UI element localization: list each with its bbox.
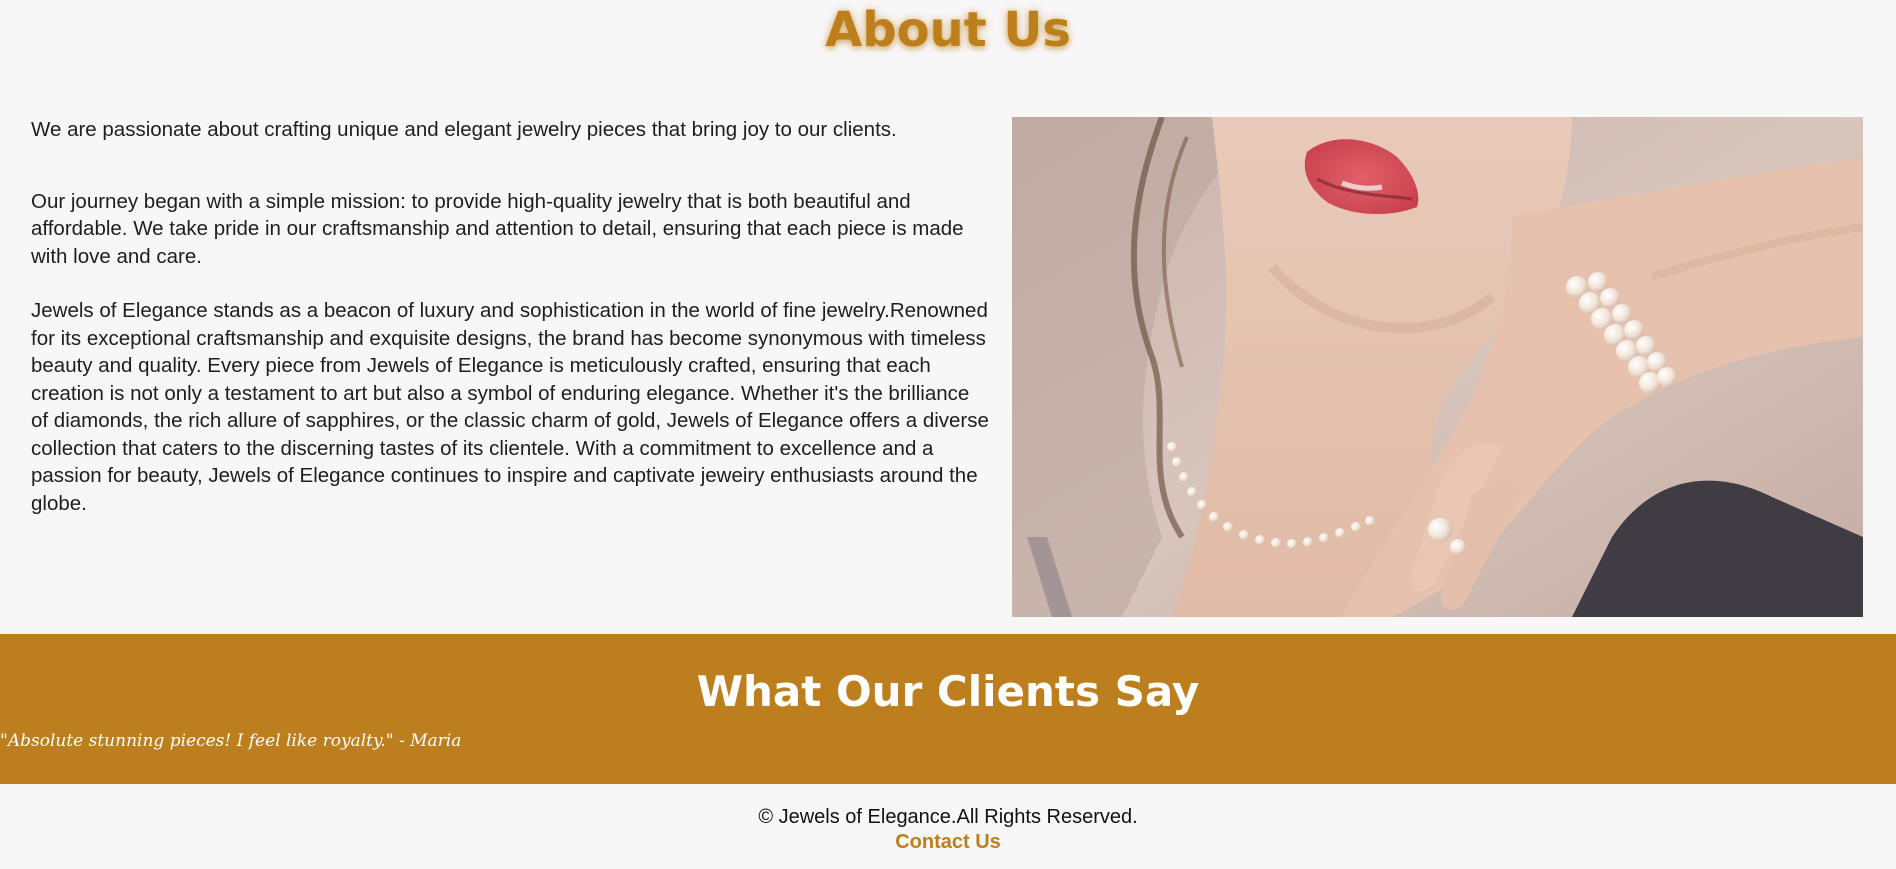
footer: © Jewels of Elegance.All Rights Reserved… [0, 784, 1896, 869]
contact-us-link[interactable]: Contact Us [0, 829, 1896, 855]
testimonials-title: What Our Clients Say [696, 667, 1200, 716]
testimonials-section: What Our Clients Say [0, 634, 1896, 784]
about-brand-story: Jewels of Elegance stands as a beacon of… [31, 299, 989, 515]
about-intro: We are passionate about crafting unique … [31, 118, 897, 141]
model-jewelry-photo [1012, 117, 1863, 617]
about-journey: Our journey began with a simple mission:… [31, 189, 964, 268]
about-section: About Us We are passionate about craftin… [0, 0, 1896, 634]
about-title: About Us [825, 2, 1071, 58]
copyright-text: © Jewels of Elegance.All Rights Reserved… [758, 806, 1138, 828]
testimonial-quote: "Absolute stunning pieces! I feel like r… [0, 731, 462, 751]
about-text: We are passionate about crafting unique … [31, 116, 991, 517]
